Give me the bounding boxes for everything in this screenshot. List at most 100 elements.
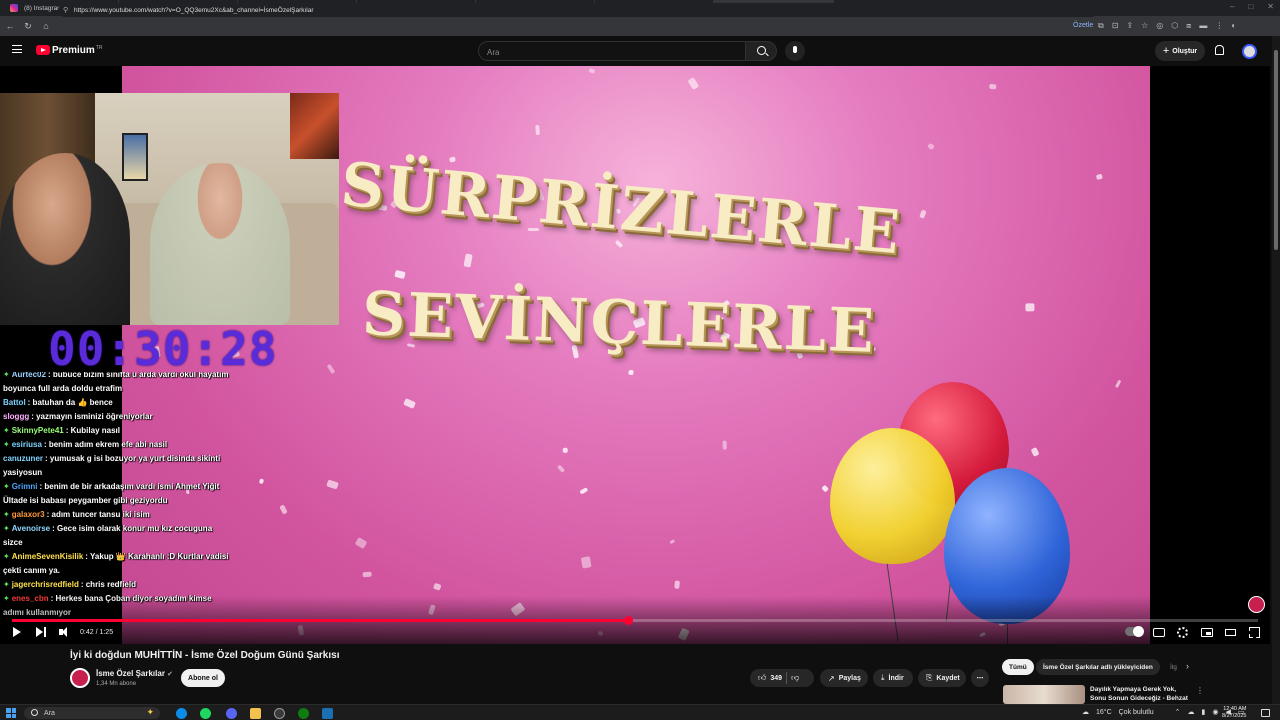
- scrubber-handle[interactable]: [623, 616, 633, 625]
- miniplayer-icon[interactable]: [1201, 628, 1213, 637]
- chat-text: : yazmayın isminizi öğreniyorlar: [31, 412, 153, 421]
- copilot-sparkle-icon[interactable]: ✦: [146, 707, 154, 718]
- youtube-logo-icon[interactable]: [36, 45, 50, 55]
- chevron-right-icon[interactable]: ›: [1186, 661, 1189, 671]
- chat-username: Aurtec02: [11, 372, 46, 379]
- network-icon[interactable]: ◉: [1212, 708, 1218, 716]
- tray-chevron-up-icon[interactable]: ⌃: [1175, 708, 1181, 716]
- chip-related[interactable]: İlg: [1163, 659, 1184, 675]
- confetti-piece: [927, 142, 936, 150]
- subscribe-button[interactable]: Abone ol: [181, 669, 225, 687]
- dislike-icon[interactable]: 👎︎: [791, 673, 799, 683]
- install-icon[interactable]: ⊡: [1112, 21, 1119, 31]
- url-text: https://www.youtube.com/watch?v=O_QQ3emu…: [74, 6, 314, 14]
- confetti-piece: [580, 487, 589, 495]
- copilot-icon[interactable]: ◐: [1231, 21, 1236, 31]
- recommended-video-thumbnail[interactable]: [1003, 685, 1085, 704]
- spotify-icon[interactable]: [200, 708, 211, 719]
- extensions-puzzle-icon[interactable]: ⧈: [1186, 21, 1191, 31]
- vpn-icon[interactable]: ⬡: [1171, 21, 1178, 31]
- more-actions-icon[interactable]: ⋯: [971, 669, 989, 687]
- system-tray: ☁ 16°C Çok bulutlu ⌃ ☁ ▮ ◉ ◀ ▭: [1082, 708, 1245, 717]
- like-dislike-group: 👍︎ 349 👎︎: [750, 669, 814, 687]
- confetti-piece: [562, 447, 569, 454]
- channel-watermark-icon[interactable]: [1248, 596, 1265, 613]
- recommended-video-menu-icon[interactable]: ⋮: [1196, 686, 1204, 695]
- chat-text: : batuhan da 👍 bence: [27, 398, 113, 407]
- verified-icon: ✔: [167, 671, 174, 678]
- confetti-piece: [432, 583, 442, 592]
- like-icon[interactable]: 👍︎: [758, 673, 766, 683]
- recommended-video-title[interactable]: Dayılık Yapmaya Gerek Yok, Sonu Sonun Gi…: [1090, 685, 1190, 704]
- maximize-icon[interactable]: □: [1248, 2, 1253, 11]
- search-button[interactable]: [745, 41, 777, 61]
- browser-menu-icon[interactable]: ⋮: [1215, 21, 1223, 31]
- taskbar-search[interactable]: Ara ✦: [24, 707, 160, 719]
- save-button[interactable]: ⎘ Kaydet: [918, 669, 966, 687]
- volume-icon[interactable]: [59, 625, 71, 639]
- onedrive-icon[interactable]: ☁: [1188, 708, 1195, 716]
- close-window-icon[interactable]: ✕: [1267, 2, 1274, 11]
- video-player[interactable]: SÜRPRİZLERLE SEVİNÇLERLE 00:30:28 ✦ Aurte…: [0, 66, 1270, 644]
- extension-icon[interactable]: ◎: [1156, 21, 1163, 31]
- chip-from-uploader[interactable]: İsme Özel Şarkılar adlı yükleyiciden: [1036, 659, 1160, 675]
- edge-icon[interactable]: [176, 708, 187, 719]
- play-icon[interactable]: [12, 625, 22, 639]
- page-scrollbar[interactable]: [1272, 36, 1280, 704]
- like-count[interactable]: 349: [770, 675, 782, 682]
- back-icon[interactable]: ←: [2, 21, 18, 31]
- download-button[interactable]: ⤓ İndir: [873, 669, 913, 687]
- scrollbar-thumb[interactable]: [1274, 50, 1278, 250]
- xbox-icon[interactable]: [298, 708, 309, 719]
- file-explorer-icon[interactable]: [250, 708, 261, 719]
- site-info-icon[interactable]: ⚲: [63, 6, 68, 14]
- address-bar[interactable]: ⚲ https://www.youtube.com/watch?v=O_QQ3e…: [58, 3, 1098, 17]
- discord-icon[interactable]: [226, 708, 237, 719]
- weather-cloud-icon[interactable]: ☁: [1082, 708, 1089, 716]
- microphone-icon[interactable]: ▮: [1202, 708, 1206, 716]
- account-avatar[interactable]: [1242, 44, 1257, 59]
- hamburger-menu-icon[interactable]: [12, 45, 22, 53]
- obs-icon[interactable]: [274, 708, 285, 719]
- summarize-button[interactable]: Özetle: [1073, 22, 1093, 29]
- minimize-icon[interactable]: –: [1230, 2, 1234, 11]
- chat-badge-icon: ✦: [3, 552, 10, 561]
- steam-icon[interactable]: [322, 708, 333, 719]
- profile-flag-icon[interactable]: ▬: [1199, 21, 1207, 31]
- chat-message: ✦ AnimeSevenKisilik: Yakup 👑 Karahanlı :D…: [0, 550, 232, 578]
- windows-start-icon[interactable]: [6, 708, 16, 718]
- create-button[interactable]: + Oluştur: [1155, 41, 1205, 61]
- chat-username: AnimeSevenKisilik: [11, 552, 84, 561]
- autoplay-toggle[interactable]: [1125, 626, 1144, 637]
- search-box: [478, 41, 746, 62]
- theater-mode-icon[interactable]: [1225, 629, 1236, 636]
- channel-name[interactable]: İsme Özel Şarkılar ✔: [96, 669, 173, 678]
- confetti-piece: [258, 477, 264, 484]
- reload-icon[interactable]: ↻: [20, 21, 36, 32]
- voice-search-icon[interactable]: [785, 41, 805, 61]
- share-button[interactable]: ↗ Paylaş: [820, 669, 868, 687]
- bookmark-star-icon[interactable]: ☆: [1141, 21, 1148, 31]
- progress-bar[interactable]: [12, 616, 1258, 625]
- chat-text: : chris redfield: [80, 580, 136, 589]
- chip-all[interactable]: Tümü: [1002, 659, 1034, 675]
- share-page-icon[interactable]: ⇪: [1126, 21, 1133, 31]
- chat-username: esiriusa: [11, 440, 42, 449]
- settings-gear-icon[interactable]: [1177, 627, 1188, 638]
- chat-badge-icon: ✦: [3, 482, 10, 491]
- confetti-piece: [687, 76, 699, 90]
- confetti-piece: [919, 209, 927, 219]
- confetti-piece: [278, 503, 288, 515]
- chat-badge-icon: ✦: [3, 524, 10, 533]
- notifications-bell-icon[interactable]: [1215, 45, 1224, 55]
- progress-played: [12, 619, 628, 622]
- notification-center-icon[interactable]: [1261, 709, 1270, 717]
- translate-icon[interactable]: ⧉: [1098, 21, 1104, 31]
- taskbar-clock[interactable]: 12:40 AM 8/27/2025: [1222, 706, 1246, 720]
- subtitles-icon[interactable]: [1153, 628, 1165, 637]
- home-icon[interactable]: ⌂: [38, 21, 54, 31]
- next-video-icon[interactable]: [36, 625, 48, 639]
- channel-avatar[interactable]: [70, 668, 90, 688]
- youtube-premium-logo[interactable]: PremiumTR: [52, 45, 102, 56]
- search-input[interactable]: [479, 43, 745, 62]
